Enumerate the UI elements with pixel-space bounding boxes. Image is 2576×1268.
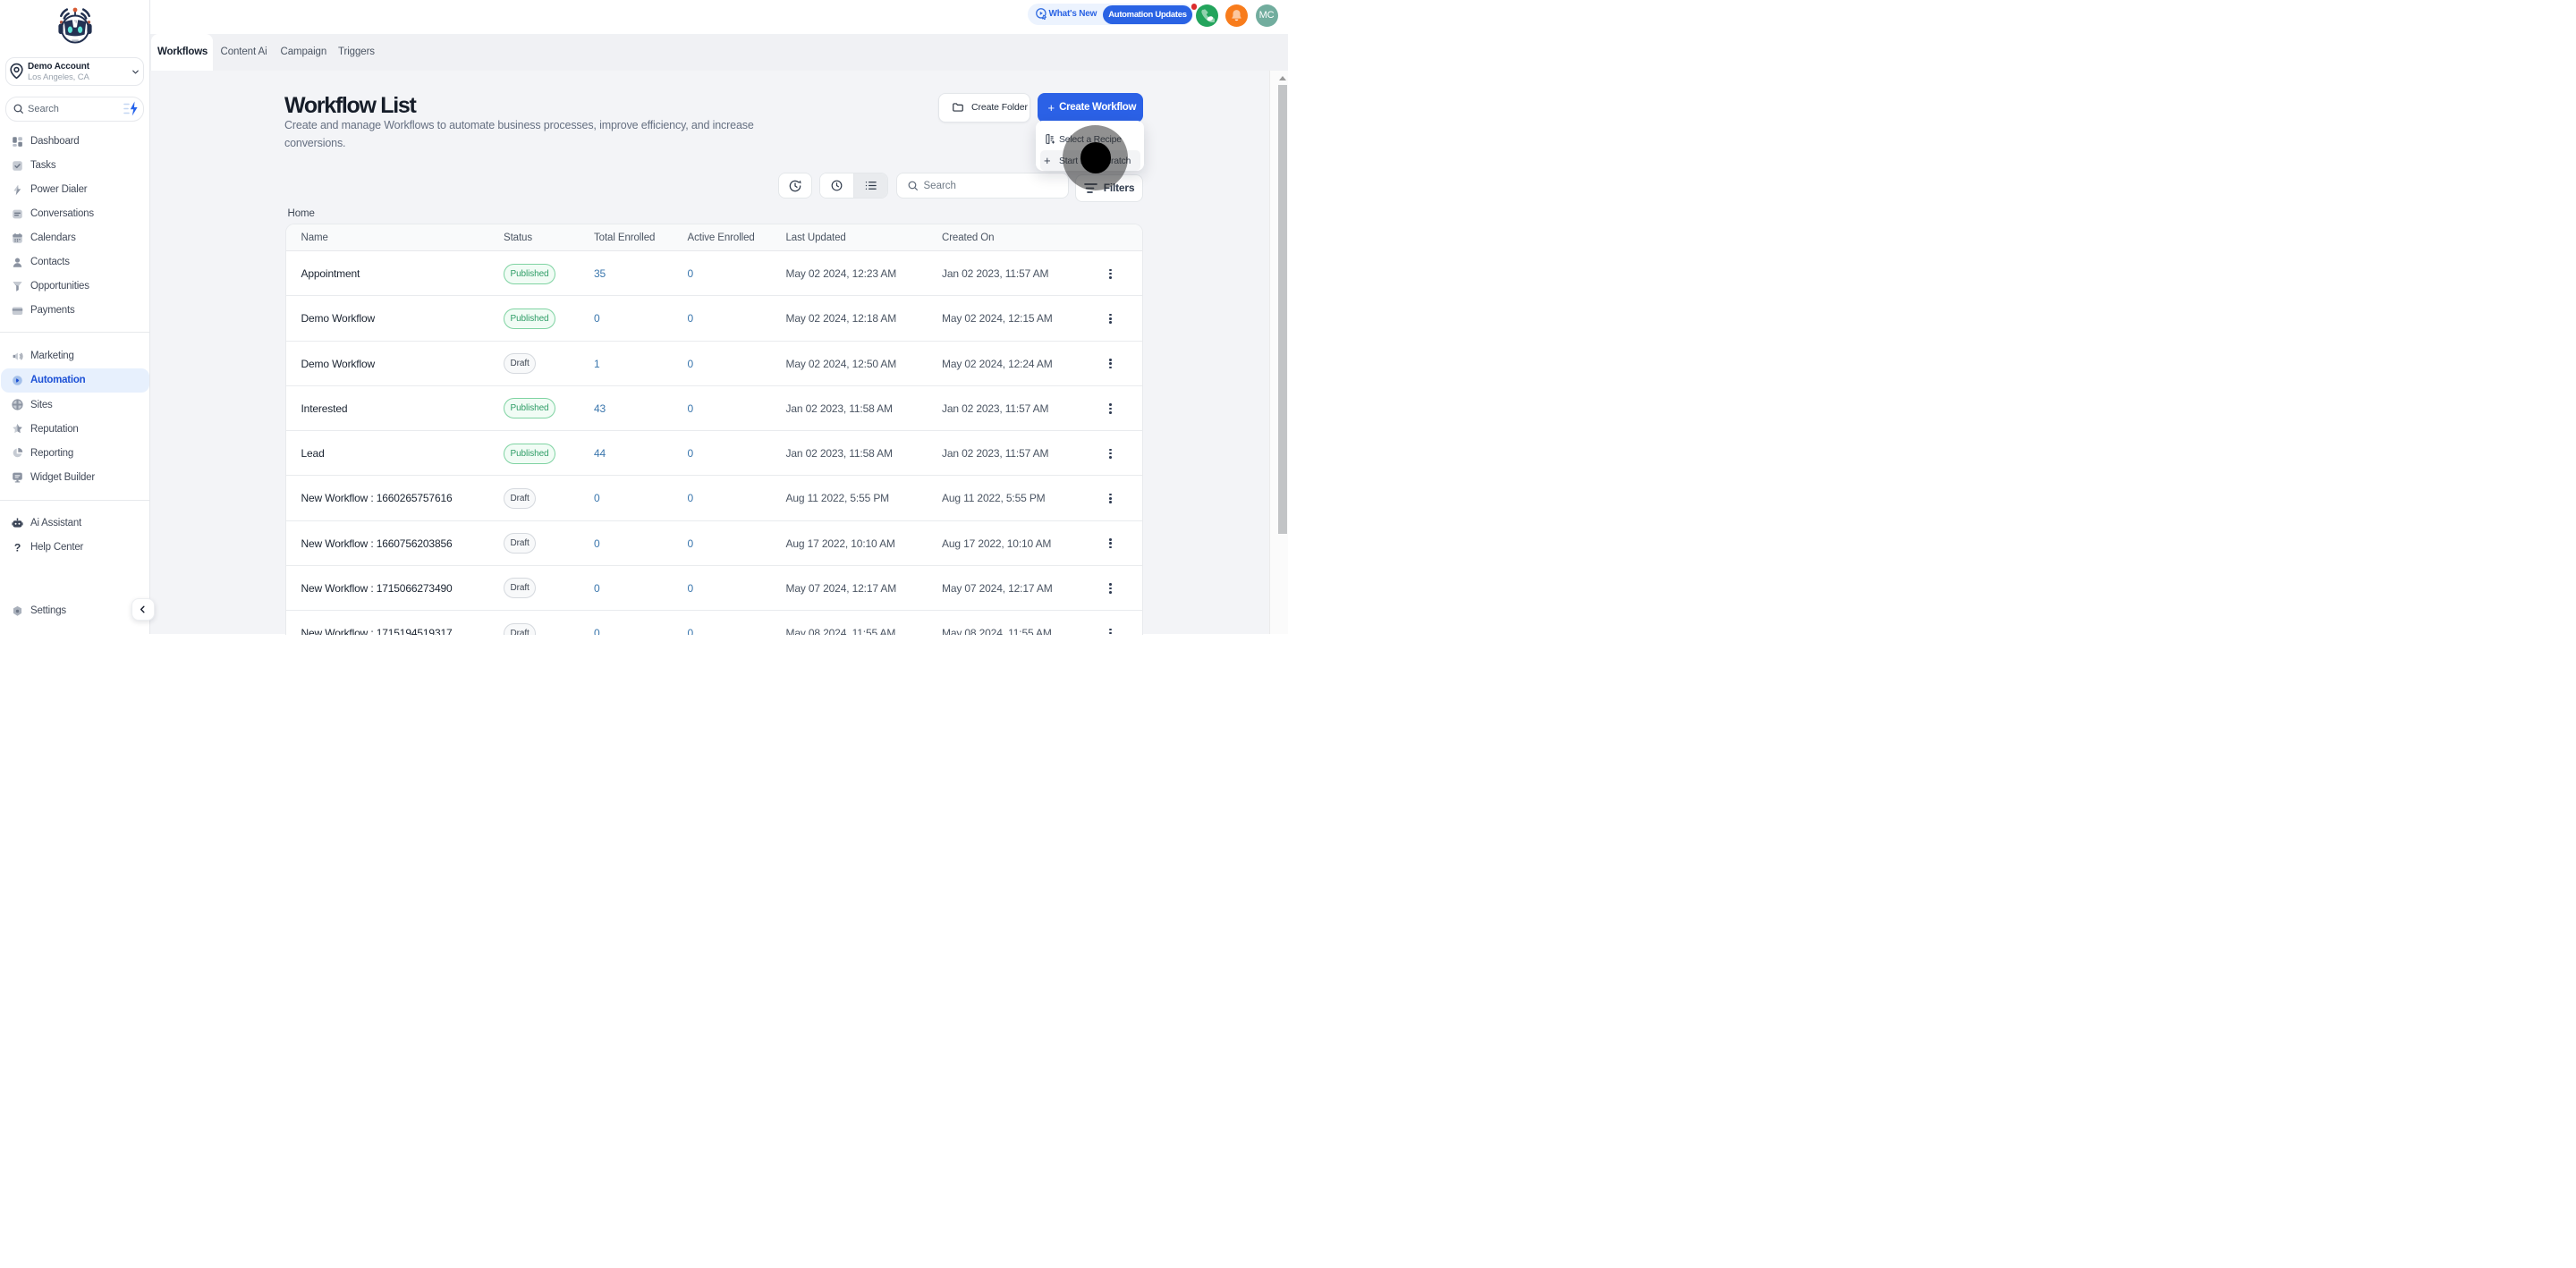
svg-text:?: ? bbox=[13, 542, 20, 554]
